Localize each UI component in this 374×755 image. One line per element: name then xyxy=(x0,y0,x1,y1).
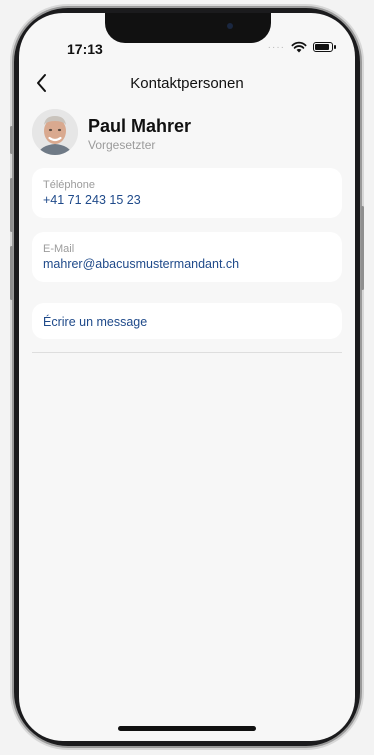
page-title: Kontaktpersonen xyxy=(130,75,244,92)
phone-link[interactable]: +41 71 243 15 23 xyxy=(43,193,141,207)
avatar xyxy=(32,109,78,155)
wifi-icon xyxy=(291,41,307,53)
status-icons: ···· xyxy=(267,41,336,53)
contact-role: Vorgesetzter xyxy=(88,138,156,152)
email-link[interactable]: mahrer@abacusmustermandant.ch xyxy=(43,257,239,271)
email-label: E-Mail xyxy=(43,243,75,255)
side-button-power xyxy=(361,206,364,290)
phone-label: Téléphone xyxy=(43,179,95,191)
home-indicator[interactable] xyxy=(118,726,256,731)
side-button-volume-down xyxy=(10,246,13,300)
contact-header: Paul Mahrer Vorgesetzter xyxy=(32,109,342,161)
side-button-volume-up xyxy=(10,178,13,232)
screen: 17:13 ···· Kontaktpersonen Paul Mahrer V… xyxy=(19,13,355,741)
contact-name: Paul Mahrer xyxy=(88,116,192,136)
camera-icon xyxy=(227,23,233,29)
battery-icon xyxy=(313,42,336,52)
navigation-bar: Kontaktpersonen xyxy=(19,71,355,99)
side-button-silent xyxy=(10,126,13,154)
notch xyxy=(105,13,271,43)
email-card[interactable]: E-Mail mahrer@abacusmustermandant.ch xyxy=(32,232,342,282)
phone-card[interactable]: Téléphone +41 71 243 15 23 xyxy=(32,168,342,218)
status-time: 17:13 xyxy=(67,41,103,57)
signal-dots-icon: ···· xyxy=(267,41,285,53)
person-photo-icon xyxy=(32,109,78,155)
write-message-link[interactable]: Écrire un message xyxy=(43,315,147,329)
divider xyxy=(32,352,342,353)
write-message-card[interactable]: Écrire un message xyxy=(32,303,342,339)
